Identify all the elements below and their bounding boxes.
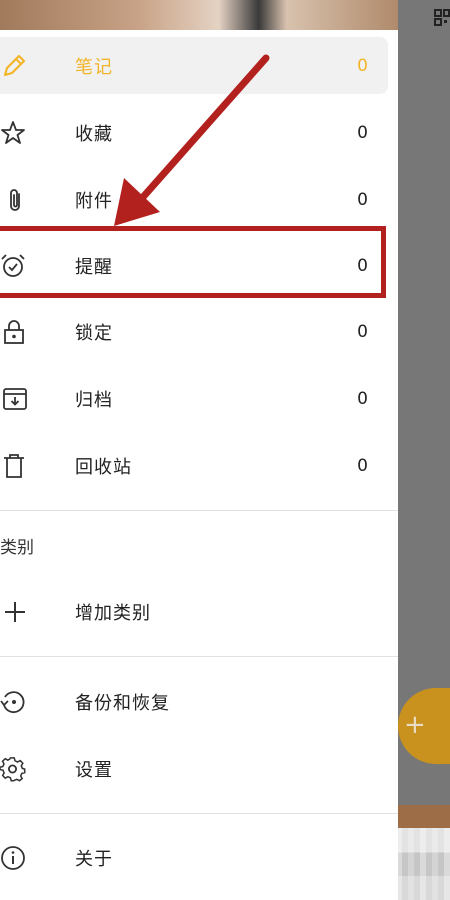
drawer-item-about[interactable]: 关于 xyxy=(0,828,398,888)
drawer-item-notes[interactable]: 笔记 0 xyxy=(0,37,388,94)
drawer-item-locked[interactable]: 锁定 0 xyxy=(0,302,398,362)
drawer-item-settings[interactable]: 设置 xyxy=(0,739,398,799)
section-divider xyxy=(0,510,398,511)
drawer-item-favorites[interactable]: 收藏 0 xyxy=(0,103,398,163)
drawer-item-label: 备份和恢复 xyxy=(75,693,170,714)
drawer-item-label: 收藏 xyxy=(75,124,113,145)
drawer-item-count: 0 xyxy=(357,322,368,342)
drawer-item-label: 归档 xyxy=(75,390,113,411)
backup-restore-icon xyxy=(0,691,25,714)
drawer-item-backup-restore[interactable]: 备份和恢复 xyxy=(0,672,398,732)
drawer-item-archive[interactable]: 归档 0 xyxy=(0,369,398,429)
section-divider xyxy=(0,656,398,657)
trash-icon xyxy=(4,454,24,478)
star-icon xyxy=(1,121,25,144)
qr-code-icon[interactable] xyxy=(433,4,450,28)
drawer-item-label: 锁定 xyxy=(75,323,113,344)
plus-icon xyxy=(5,602,25,622)
archive-icon xyxy=(3,388,27,410)
lock-icon xyxy=(4,320,24,344)
add-category-button[interactable]: 增加类别 xyxy=(0,582,398,642)
annotation-highlight-box xyxy=(0,226,386,298)
drawer-item-label: 附件 xyxy=(75,191,113,212)
background-app xyxy=(398,0,450,900)
paperclip-icon xyxy=(10,189,20,211)
section-divider xyxy=(0,813,398,814)
add-category-label: 增加类别 xyxy=(75,603,151,624)
drawer-item-label: 设置 xyxy=(75,760,113,781)
drawer-header-image xyxy=(0,0,398,30)
drawer-item-label: 笔记 xyxy=(75,56,113,78)
drawer-item-count: 0 xyxy=(357,456,368,476)
drawer-item-count: 0 xyxy=(357,190,368,210)
drawer-item-count: 0 xyxy=(357,389,368,409)
pencil-icon xyxy=(3,54,26,76)
gear-icon xyxy=(0,757,26,782)
navigation-drawer: 笔记 0 收藏 0 附件 0 提醒 0 锁定 0 归档 0 回收站 0 类别 增… xyxy=(0,0,398,900)
category-section-title: 类别 xyxy=(0,538,34,558)
drawer-item-trash[interactable]: 回收站 0 xyxy=(0,436,398,496)
drawer-item-label: 回收站 xyxy=(75,457,132,478)
drawer-item-attachments[interactable]: 附件 0 xyxy=(0,170,398,230)
drawer-item-label: 关于 xyxy=(75,849,113,870)
background-bottom-strip xyxy=(398,805,450,830)
info-icon xyxy=(1,846,25,870)
drawer-item-count: 0 xyxy=(357,55,368,76)
fab-plus-label: + xyxy=(404,710,426,740)
drawer-item-count: 0 xyxy=(357,123,368,143)
